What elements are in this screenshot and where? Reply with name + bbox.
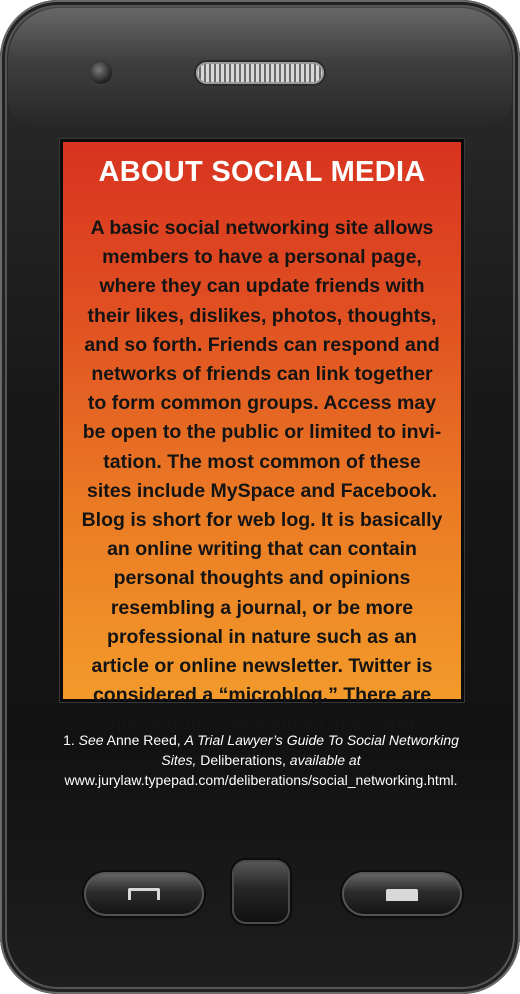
screen-body-line: an online writing that can contain <box>107 538 417 561</box>
screen-title: ABOUT SOCIAL MEDIA <box>98 156 426 188</box>
phone-frame: ABOUT SOCIAL MEDIA A basic social networ… <box>0 0 520 994</box>
screen-body-text: A basic social networking site allows mem… <box>75 214 449 773</box>
screen-body-line: A basic social networking site allows <box>90 217 434 239</box>
end-call-button[interactable] <box>342 872 462 916</box>
screen-body-line: where they can update friends with <box>99 275 425 298</box>
screen-body-line: members to have a personal page, <box>102 246 422 269</box>
call-button-icon <box>128 888 160 900</box>
phone-screen: ABOUT SOCIAL MEDIA A basic social networ… <box>63 142 461 769</box>
screen-body-line: personal thoughts and opinions <box>113 567 411 590</box>
end-call-button-icon <box>386 889 418 901</box>
screen-body-line: professional in nature such as an <box>107 625 417 648</box>
footnote-number: 1. <box>63 732 79 748</box>
footnote-available-at: available at <box>289 752 361 768</box>
screen-body-line: and so forth. Friends can respond and <box>84 333 440 356</box>
screen-body-line: sites include MySpace and Facebook. <box>86 479 438 502</box>
screen-body-line: tation. The most common of these <box>103 450 421 473</box>
screen-body-line: Blog is short for web log. It is basical… <box>81 509 443 532</box>
footnote-source: Deliberations, <box>196 752 290 768</box>
footnote-url: www.jurylaw.typepad.com/deliberations/so… <box>64 772 458 788</box>
screen-body-line: considered a “microblog.” There are <box>92 684 432 707</box>
screen-body-line: to form common groups. Access may <box>87 392 437 415</box>
speaker-grille-icon <box>196 62 324 84</box>
camera-icon <box>90 62 112 84</box>
footnote: 1. See Anne Reed, A Trial Lawyer’s Guide… <box>56 730 466 790</box>
footnote-see: See <box>78 732 104 748</box>
screen-body-line: networks of friends can link together <box>91 363 433 386</box>
screen-body-line: resembling a journal, or be more <box>110 596 414 619</box>
screen-body-line: be open to the public or limited to invi… <box>82 421 442 444</box>
home-button[interactable] <box>232 860 290 924</box>
call-button[interactable] <box>84 872 204 916</box>
screen-body-line: their likes, dislikes, photos, thoughts, <box>87 304 437 327</box>
footnote-author: Anne Reed, <box>103 732 185 748</box>
screen-body-line: article or online newsletter. Twitter is <box>91 655 433 678</box>
